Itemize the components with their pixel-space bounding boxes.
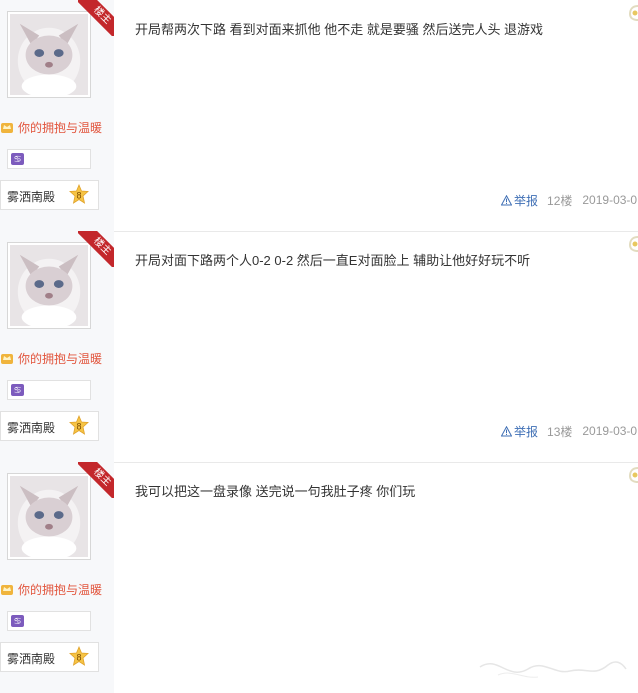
- post-content: 开局对面下路两个人0-2 0-2 然后一直E对面脸上 辅助让他好好玩不听: [135, 253, 531, 268]
- corner-decoration-icon: [628, 5, 638, 21]
- report-button[interactable]: 举报: [501, 192, 538, 209]
- op-ribbon: 楼主: [78, 0, 114, 36]
- warning-triangle-icon: [501, 425, 512, 436]
- username-box: 雾洒南殿 8: [0, 180, 99, 210]
- post-content: 我可以把这一盘录像 送完说一句我肚子疼 你们玩: [135, 484, 416, 499]
- fan-badge-label: 你的拥抱与温暖: [18, 582, 103, 597]
- report-label: 举报: [514, 424, 539, 439]
- corner-decoration-icon: [628, 236, 638, 252]
- cat-avatar-image: [10, 245, 88, 326]
- post-12: 你的拥抱与温暖 ♋ 雾洒南殿 8 楼主 开局帮两次下路 看到对面来抓他 他不走 …: [0, 0, 638, 231]
- watermark-swirl: [479, 661, 627, 678]
- warning-triangle-icon: [501, 194, 512, 205]
- fan-badge-label: 你的拥抱与温暖: [18, 351, 103, 366]
- op-ribbon: 楼主: [78, 231, 114, 267]
- username-box: 雾洒南殿 8: [0, 411, 99, 441]
- star-level-icon[interactable]: 8: [68, 646, 90, 668]
- post-meta: 举报 13楼 2019-03-0: [501, 423, 637, 439]
- star-level-icon[interactable]: 8: [68, 415, 90, 437]
- cat-avatar-image: [10, 476, 88, 557]
- username-box: 雾洒南殿 8: [0, 642, 99, 672]
- svg-text:8: 8: [76, 191, 81, 201]
- svg-text:8: 8: [76, 653, 81, 663]
- constellation-box: ♋: [7, 611, 91, 631]
- fan-badge[interactable]: 你的拥抱与温暖: [0, 349, 102, 367]
- fan-badge-label: 你的拥抱与温暖: [18, 120, 103, 135]
- report-button[interactable]: 举报: [501, 423, 538, 440]
- constellation-box: ♋: [7, 149, 91, 169]
- op-ribbon: 楼主: [78, 462, 114, 498]
- svg-text:8: 8: [76, 422, 81, 432]
- username[interactable]: 雾洒南殿: [7, 650, 55, 667]
- report-label: 举报: [514, 193, 539, 208]
- constellation-box: ♋: [7, 380, 91, 400]
- fan-badge[interactable]: 你的拥抱与温暖: [0, 118, 102, 136]
- post-date: 2019-03-0: [582, 193, 638, 207]
- star-level-icon[interactable]: 8: [68, 184, 90, 206]
- post-content: 开局帮两次下路 看到对面来抓他 他不走 就是要骚 然后送完人头 退游戏: [135, 22, 544, 37]
- crown-icon: [1, 123, 13, 133]
- cancer-icon[interactable]: ♋: [11, 153, 24, 165]
- post-13: 你的拥抱与温暖 ♋ 雾洒南殿 8 楼主 开局对面下路两个人0-2 0-2 然后一…: [0, 231, 638, 462]
- crown-icon: [1, 585, 13, 595]
- post-date: 2019-03-0: [582, 424, 638, 438]
- cancer-icon[interactable]: ♋: [11, 615, 24, 627]
- username[interactable]: 雾洒南殿: [7, 419, 55, 436]
- crown-icon: [1, 354, 13, 364]
- cancer-icon[interactable]: ♋: [11, 384, 24, 396]
- post-14: 你的拥抱与温暖 ♋ 雾洒南殿 8 楼主 我可以把这一盘录像 送完说一句我肚子疼 …: [0, 462, 638, 693]
- corner-decoration-icon: [628, 467, 638, 483]
- floor-number: 13楼: [547, 424, 573, 439]
- cat-avatar-image: [10, 14, 88, 95]
- post-meta: 举报 12楼 2019-03-0: [501, 192, 637, 208]
- floor-number: 12楼: [547, 193, 573, 208]
- fan-badge[interactable]: 你的拥抱与温暖: [0, 580, 102, 598]
- username[interactable]: 雾洒南殿: [7, 188, 55, 205]
